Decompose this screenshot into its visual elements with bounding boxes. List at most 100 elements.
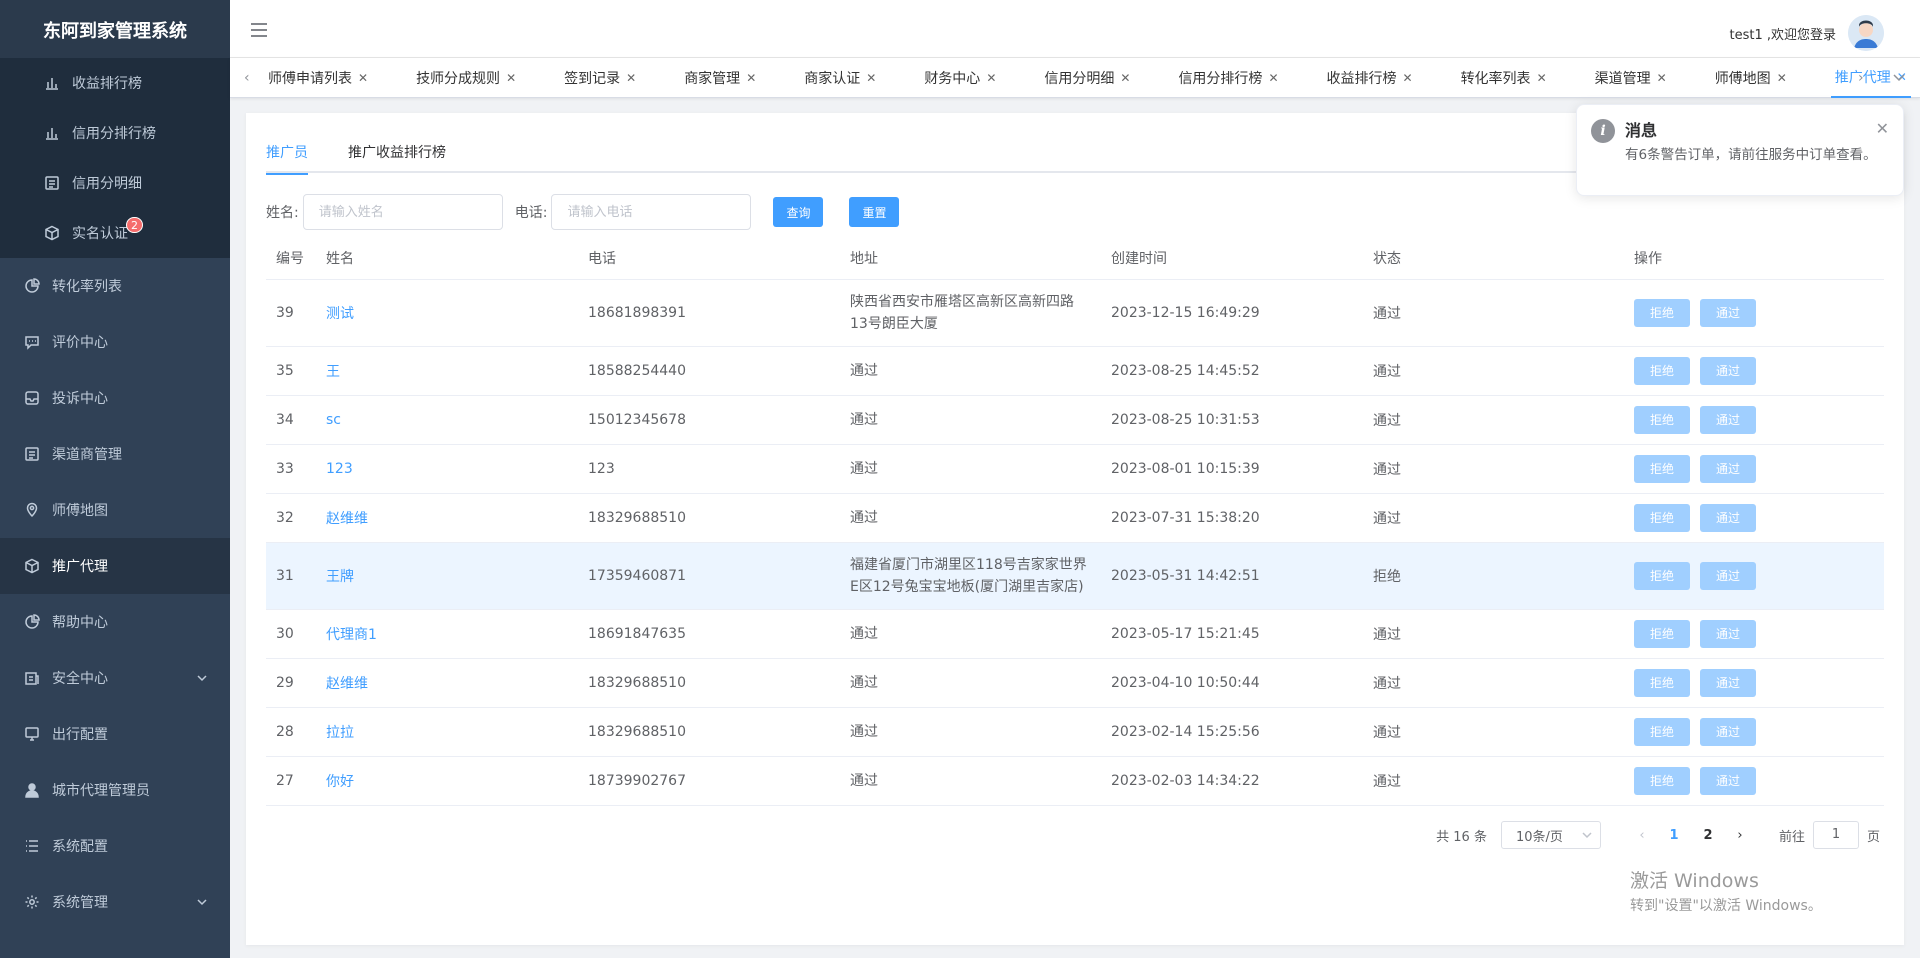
approve-button[interactable]: 通过 [1700, 619, 1756, 648]
gear-icon [24, 894, 40, 910]
sidebar-item-system-management[interactable]: 系统管理 [0, 874, 230, 930]
page-number-2[interactable]: 2 [1691, 828, 1725, 843]
tab-promotion-income-ranking[interactable]: 推广收益排行榜 [348, 133, 446, 173]
reject-button[interactable]: 拒绝 [1634, 717, 1690, 746]
cell-address: 通过 [840, 395, 1101, 445]
reject-button[interactable]: 拒绝 [1634, 298, 1690, 327]
sidebar-item-security-center[interactable]: 安全中心 [0, 650, 230, 706]
tag-conversion-list[interactable]: 转化率列表 ✕ [1457, 58, 1551, 98]
chevron-down-icon[interactable] [1892, 70, 1906, 88]
sidebar-item-real-name-auth[interactable]: 实名认证 2 [0, 208, 230, 258]
page-number-1[interactable]: 1 [1657, 828, 1691, 843]
tag-finance-center[interactable]: 财务中心 ✕ [920, 58, 1000, 98]
approve-button[interactable]: 通过 [1700, 503, 1756, 532]
close-icon[interactable]: ✕ [358, 71, 368, 85]
reject-button[interactable]: 拒绝 [1634, 668, 1690, 697]
sidebar-item-system-config[interactable]: 系统配置 [0, 818, 230, 874]
cell-address: 通过 [840, 493, 1101, 543]
next-page-icon[interactable]: › [1725, 828, 1755, 843]
pagination-total: 共 16 条 [1436, 829, 1487, 845]
sidebar-item-master-map[interactable]: 师傅地图 [0, 482, 230, 538]
reject-button[interactable]: 拒绝 [1634, 356, 1690, 385]
tag-income-ranking[interactable]: 收益排行榜 ✕ [1323, 58, 1417, 98]
chevron-left-icon[interactable]: ‹ [244, 70, 250, 86]
cell-name[interactable]: 123 [316, 444, 578, 494]
tag-channel-management[interactable]: 渠道管理 ✕ [1591, 58, 1671, 98]
sidebar-item-conversion-list[interactable]: 转化率列表 [0, 258, 230, 314]
approve-button[interactable]: 通过 [1700, 766, 1756, 795]
close-icon[interactable]: ✕ [1657, 71, 1667, 85]
cell-created: 2023-04-10 10:50:44 [1101, 658, 1363, 708]
close-icon[interactable]: ✕ [866, 71, 876, 85]
tag-merchant-management[interactable]: 商家管理 ✕ [680, 58, 760, 98]
tag-master-apply-list[interactable]: 师傅申请列表 ✕ [264, 58, 372, 98]
reject-button[interactable]: 拒绝 [1634, 503, 1690, 532]
sidebar-item-credit-ranking[interactable]: 信用分排行榜 [0, 108, 230, 158]
cell-name[interactable]: 王牌 [316, 542, 578, 610]
sidebar-item-promotion-agent[interactable]: 推广代理 [0, 538, 230, 594]
reject-button[interactable]: 拒绝 [1634, 766, 1690, 795]
approve-button[interactable]: 通过 [1700, 717, 1756, 746]
avatar[interactable] [1848, 15, 1884, 51]
reject-button[interactable]: 拒绝 [1634, 561, 1690, 590]
close-icon[interactable]: ✕ [1268, 71, 1278, 85]
goto-page-input[interactable]: 1 [1812, 821, 1859, 849]
cell-created: 2023-05-31 14:42:51 [1101, 542, 1363, 610]
close-icon[interactable]: ✕ [746, 71, 756, 85]
sidebar-item-credit-detail[interactable]: 信用分明细 [0, 158, 230, 208]
hamburger-menu-icon[interactable] [250, 22, 268, 42]
approve-button[interactable]: 通过 [1700, 668, 1756, 697]
tag-credit-detail[interactable]: 信用分明细 ✕ [1040, 58, 1134, 98]
cell-name[interactable]: 赵维维 [316, 658, 578, 708]
pie-chart-icon [24, 614, 40, 630]
cell-ops: 拒绝 通过 [1624, 279, 1884, 347]
close-icon[interactable]: ✕ [1537, 71, 1547, 85]
reject-button[interactable]: 拒绝 [1634, 405, 1690, 434]
close-icon[interactable]: ✕ [1120, 71, 1130, 85]
cell-name[interactable]: 拉拉 [316, 707, 578, 757]
sidebar-item-help-center[interactable]: 帮助中心 [0, 594, 230, 650]
reject-button[interactable]: 拒绝 [1634, 454, 1690, 483]
tag-signin-records[interactable]: 签到记录 ✕ [560, 58, 640, 98]
tag-merchant-auth[interactable]: 商家认证 ✕ [800, 58, 880, 98]
page-size-select[interactable]: 10条/页 [1500, 821, 1601, 849]
chevron-right-icon[interactable]: › [1858, 70, 1864, 86]
cell-name[interactable]: 王 [316, 346, 578, 396]
sidebar-item-channel-management[interactable]: 渠道商管理 [0, 426, 230, 482]
approve-button[interactable]: 通过 [1700, 405, 1756, 434]
approve-button[interactable]: 通过 [1700, 454, 1756, 483]
sidebar-item-review-center[interactable]: 评价中心 [0, 314, 230, 370]
reject-button[interactable]: 拒绝 [1634, 619, 1690, 648]
tab-promoter[interactable]: 推广员 [266, 133, 308, 175]
sidebar-item-travel-config[interactable]: 出行配置 [0, 706, 230, 762]
close-icon[interactable]: ✕ [1876, 119, 1889, 138]
approve-button[interactable]: 通过 [1700, 356, 1756, 385]
cell-name[interactable]: 你好 [316, 756, 578, 806]
close-icon[interactable]: ✕ [506, 71, 516, 85]
cell-name[interactable]: 赵维维 [316, 493, 578, 543]
cell-name[interactable]: 测试 [316, 279, 578, 347]
close-icon[interactable]: ✕ [986, 71, 996, 85]
table-row: 32 赵维维 18329688510 通过 2023-07-31 15:38:2… [266, 493, 1884, 543]
comment-icon [24, 334, 40, 350]
prev-page-icon[interactable]: ‹ [1627, 828, 1657, 843]
tag-credit-ranking[interactable]: 信用分排行榜 ✕ [1174, 58, 1282, 98]
list-icon [44, 175, 60, 191]
cell-name[interactable]: 代理商1 [316, 609, 578, 659]
sidebar-item-income-ranking[interactable]: 收益排行榜 [0, 58, 230, 108]
sidebar-item-city-agent-admin[interactable]: 城市代理管理员 [0, 762, 230, 818]
cell-phone: 15012345678 [578, 395, 840, 445]
tag-master-map[interactable]: 师傅地图 ✕ [1711, 58, 1791, 98]
phone-input[interactable] [551, 194, 752, 230]
name-input[interactable] [302, 194, 503, 230]
sidebar-item-complaint-center[interactable]: 投诉中心 [0, 370, 230, 426]
close-icon[interactable]: ✕ [1777, 71, 1787, 85]
close-icon[interactable]: ✕ [626, 71, 636, 85]
approve-button[interactable]: 通过 [1700, 561, 1756, 590]
tag-commission-rules[interactable]: 技师分成规则 ✕ [412, 58, 520, 98]
reset-button[interactable]: 重置 [849, 197, 900, 227]
close-icon[interactable]: ✕ [1403, 71, 1413, 85]
cell-name[interactable]: sc [316, 395, 578, 445]
approve-button[interactable]: 通过 [1700, 298, 1756, 327]
query-button[interactable]: 查询 [773, 197, 824, 227]
